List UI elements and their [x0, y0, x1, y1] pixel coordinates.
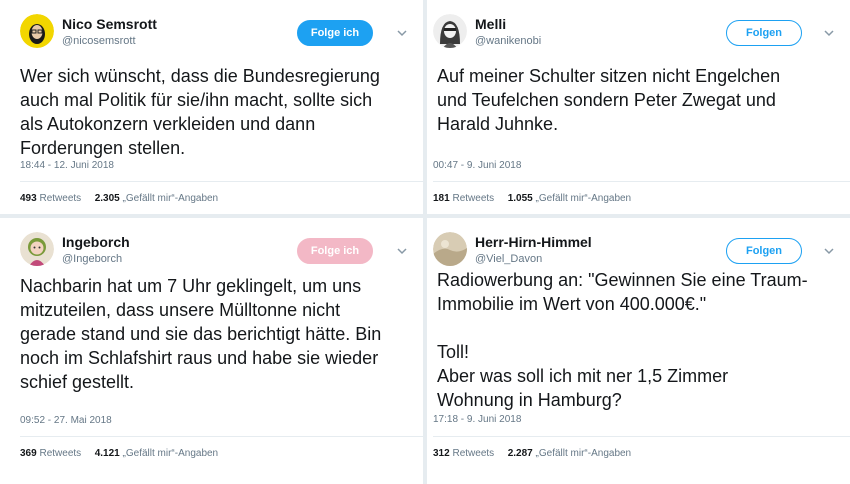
- following-button[interactable]: Folge ich: [297, 20, 373, 46]
- chevron-down-icon[interactable]: [395, 244, 409, 258]
- tweet-header: Nico Semsrott @nicosemsrott Folge ich: [20, 14, 411, 54]
- display-name[interactable]: Herr-Hirn-Himmel: [475, 234, 592, 250]
- like-count[interactable]: 4.121: [95, 448, 120, 459]
- chevron-down-icon[interactable]: [822, 26, 836, 40]
- tweet-stats: 493 Retweets 2.305 „Gefällt mir“-Angaben: [20, 193, 218, 204]
- tweet-stats: 369 Retweets 4.121 „Gefällt mir“-Angaben: [20, 448, 218, 459]
- avatar[interactable]: [433, 14, 467, 48]
- tweet-grid: Nico Semsrott @nicosemsrott Folge ich We…: [0, 0, 850, 484]
- avatar[interactable]: [20, 232, 54, 266]
- follow-button[interactable]: Folgen: [726, 238, 802, 264]
- divider: [433, 436, 850, 437]
- chevron-down-icon[interactable]: [395, 26, 409, 40]
- tweet-timestamp[interactable]: 00:47 - 9. Juni 2018: [433, 160, 521, 171]
- like-label: „Gefällt mir“-Angaben: [535, 448, 632, 459]
- tweet-stats: 181 Retweets 1.055 „Gefällt mir“-Angaben: [433, 193, 631, 204]
- divider: [433, 181, 850, 182]
- like-label: „Gefällt mir“-Angaben: [122, 193, 219, 204]
- like-label: „Gefällt mir“-Angaben: [122, 448, 219, 459]
- retweet-count[interactable]: 369: [20, 448, 37, 459]
- tweet-text: Auf meiner Schulter sitzen nicht Engelch…: [437, 66, 781, 134]
- tweet-text: Radiowerbung an: "Gewinnen Sie eine Trau…: [437, 270, 808, 410]
- like-label: „Gefällt mir“-Angaben: [535, 193, 632, 204]
- tweet-card[interactable]: Melli @wanikenobi Folgen Auf meiner Schu…: [427, 0, 850, 214]
- user-handle[interactable]: @wanikenobi: [475, 35, 541, 47]
- retweet-label: Retweets: [452, 193, 495, 204]
- tweet-stats: 312 Retweets 2.287 „Gefällt mir“-Angaben: [433, 448, 631, 459]
- following-button[interactable]: Folge ich: [297, 238, 373, 264]
- tweet-text: Wer sich wünscht, dass die Bundesregieru…: [20, 66, 380, 158]
- retweet-label: Retweets: [39, 193, 82, 204]
- retweet-count[interactable]: 493: [20, 193, 37, 204]
- divider: [20, 436, 423, 437]
- user-handle[interactable]: @Ingeborch: [62, 253, 122, 265]
- retweet-count[interactable]: 312: [433, 448, 450, 459]
- tweet-text: Nachbarin hat um 7 Uhr geklingelt, um un…: [20, 276, 382, 392]
- like-count[interactable]: 2.287: [508, 448, 533, 459]
- like-count[interactable]: 2.305: [95, 193, 120, 204]
- display-name[interactable]: Melli: [475, 16, 506, 32]
- retweet-label: Retweets: [39, 448, 82, 459]
- tweet-timestamp[interactable]: 09:52 - 27. Mai 2018: [20, 415, 112, 426]
- tweet-header: Melli @wanikenobi Folgen: [433, 14, 838, 54]
- display-name[interactable]: Ingeborch: [62, 234, 130, 250]
- retweet-count[interactable]: 181: [433, 193, 450, 204]
- avatar[interactable]: [20, 14, 54, 48]
- tweet-header: Herr-Hirn-Himmel @Viel_Davon Folgen: [433, 232, 838, 272]
- display-name[interactable]: Nico Semsrott: [62, 16, 157, 32]
- chevron-down-icon[interactable]: [822, 244, 836, 258]
- tweet-timestamp[interactable]: 18:44 - 12. Juni 2018: [20, 160, 114, 171]
- retweet-label: Retweets: [452, 448, 495, 459]
- avatar[interactable]: [433, 232, 467, 266]
- tweet-header: Ingeborch @Ingeborch Folge ich: [20, 232, 411, 272]
- follow-button[interactable]: Folgen: [726, 20, 802, 46]
- tweet-card[interactable]: Herr-Hirn-Himmel @Viel_Davon Folgen Radi…: [427, 218, 850, 484]
- user-handle[interactable]: @nicosemsrott: [62, 35, 136, 47]
- divider: [20, 181, 423, 182]
- like-count[interactable]: 1.055: [508, 193, 533, 204]
- tweet-timestamp[interactable]: 17:18 - 9. Juni 2018: [433, 414, 521, 425]
- user-handle[interactable]: @Viel_Davon: [475, 253, 542, 265]
- tweet-card[interactable]: Nico Semsrott @nicosemsrott Folge ich We…: [0, 0, 423, 214]
- tweet-card[interactable]: Ingeborch @Ingeborch Folge ich Nachbarin…: [0, 218, 423, 484]
